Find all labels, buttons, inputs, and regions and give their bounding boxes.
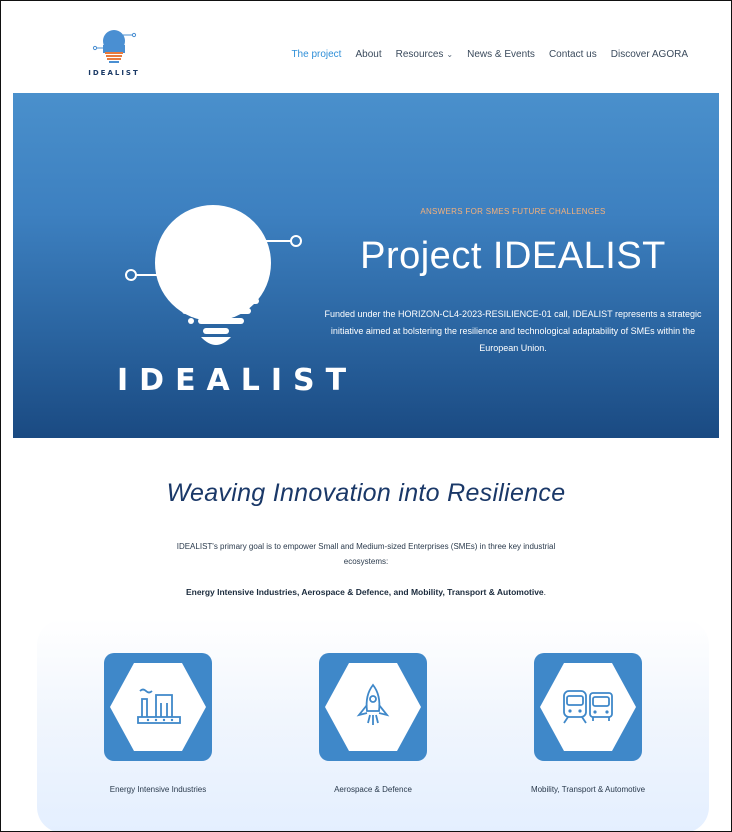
hero-wordmark: IDEALIST	[117, 363, 358, 398]
nav-label: Contact us	[548, 49, 597, 60]
ecosystems-list: Energy Intensive Industries, Aerospace &…	[13, 587, 719, 597]
rocket-icon	[356, 683, 390, 725]
card-icon-button[interactable]	[104, 653, 212, 761]
lightbulb-logo-icon	[92, 30, 137, 63]
card-label: Energy Intensive Industries	[109, 785, 207, 794]
logo-wordmark: IDEALIST	[88, 69, 140, 77]
hero-title: Project IDEALIST	[360, 235, 666, 277]
card-energy-intensive: Energy Intensive Industries	[58, 653, 258, 794]
nav-item-contact-us[interactable]: Contact us	[549, 49, 597, 60]
nav-item-resources[interactable]: Resources ⌄	[396, 49, 454, 60]
main-nav: The project About Resources ⌄ News & Even…	[291, 49, 688, 60]
nav-item-discover-agora[interactable]: Discover AGORA	[611, 49, 688, 60]
factory-icon	[137, 688, 181, 724]
card-icon-button[interactable]	[534, 653, 642, 761]
hero-banner: IDEALIST ANSWERS FOR SMES FUTURE CHALLEN…	[13, 93, 719, 438]
nav-item-the-project[interactable]: The project	[291, 49, 341, 60]
hero-eyebrow: ANSWERS FOR SMES FUTURE CHALLENGES	[420, 207, 606, 216]
card-icon-button[interactable]	[319, 653, 427, 761]
ecosystems-period: .	[543, 587, 547, 597]
card-aerospace-defence: Aerospace & Defence	[273, 653, 473, 794]
nav-label: The project	[291, 49, 342, 60]
card-label: Mobility, Transport & Automotive	[530, 785, 646, 794]
chevron-down-icon: ⌄	[446, 50, 454, 59]
nav-label: Discover AGORA	[610, 49, 688, 60]
ecosystems-panel: Energy Intensive Industries Aerospace & …	[37, 619, 709, 831]
section-description: IDEALIST's primary goal is to empower Sm…	[176, 542, 556, 567]
card-label: Aerospace & Defence	[334, 785, 412, 794]
card-mobility-transport: Mobility, Transport & Automotive	[488, 653, 688, 794]
nav-label: About	[355, 49, 382, 60]
nav-item-news-events[interactable]: News & Events	[467, 49, 535, 60]
site-logo[interactable]: IDEALIST	[83, 23, 145, 85]
train-bus-icon	[563, 690, 613, 724]
page-frame: IDEALIST The project About Resources ⌄ Ne…	[0, 0, 732, 832]
section-title: Weaving Innovation into Resilience	[166, 479, 566, 507]
ecosystems-bold: Energy Intensive Industries, Aerospace &…	[185, 587, 544, 597]
nav-label: News & Events	[467, 49, 535, 60]
nav-label: Resources	[395, 49, 444, 60]
hero-description: Funded under the HORIZON-CL4-2023-RESILI…	[324, 309, 702, 354]
site-header: IDEALIST The project About Resources ⌄ Ne…	[13, 1, 719, 93]
nav-item-about[interactable]: About	[355, 49, 381, 60]
